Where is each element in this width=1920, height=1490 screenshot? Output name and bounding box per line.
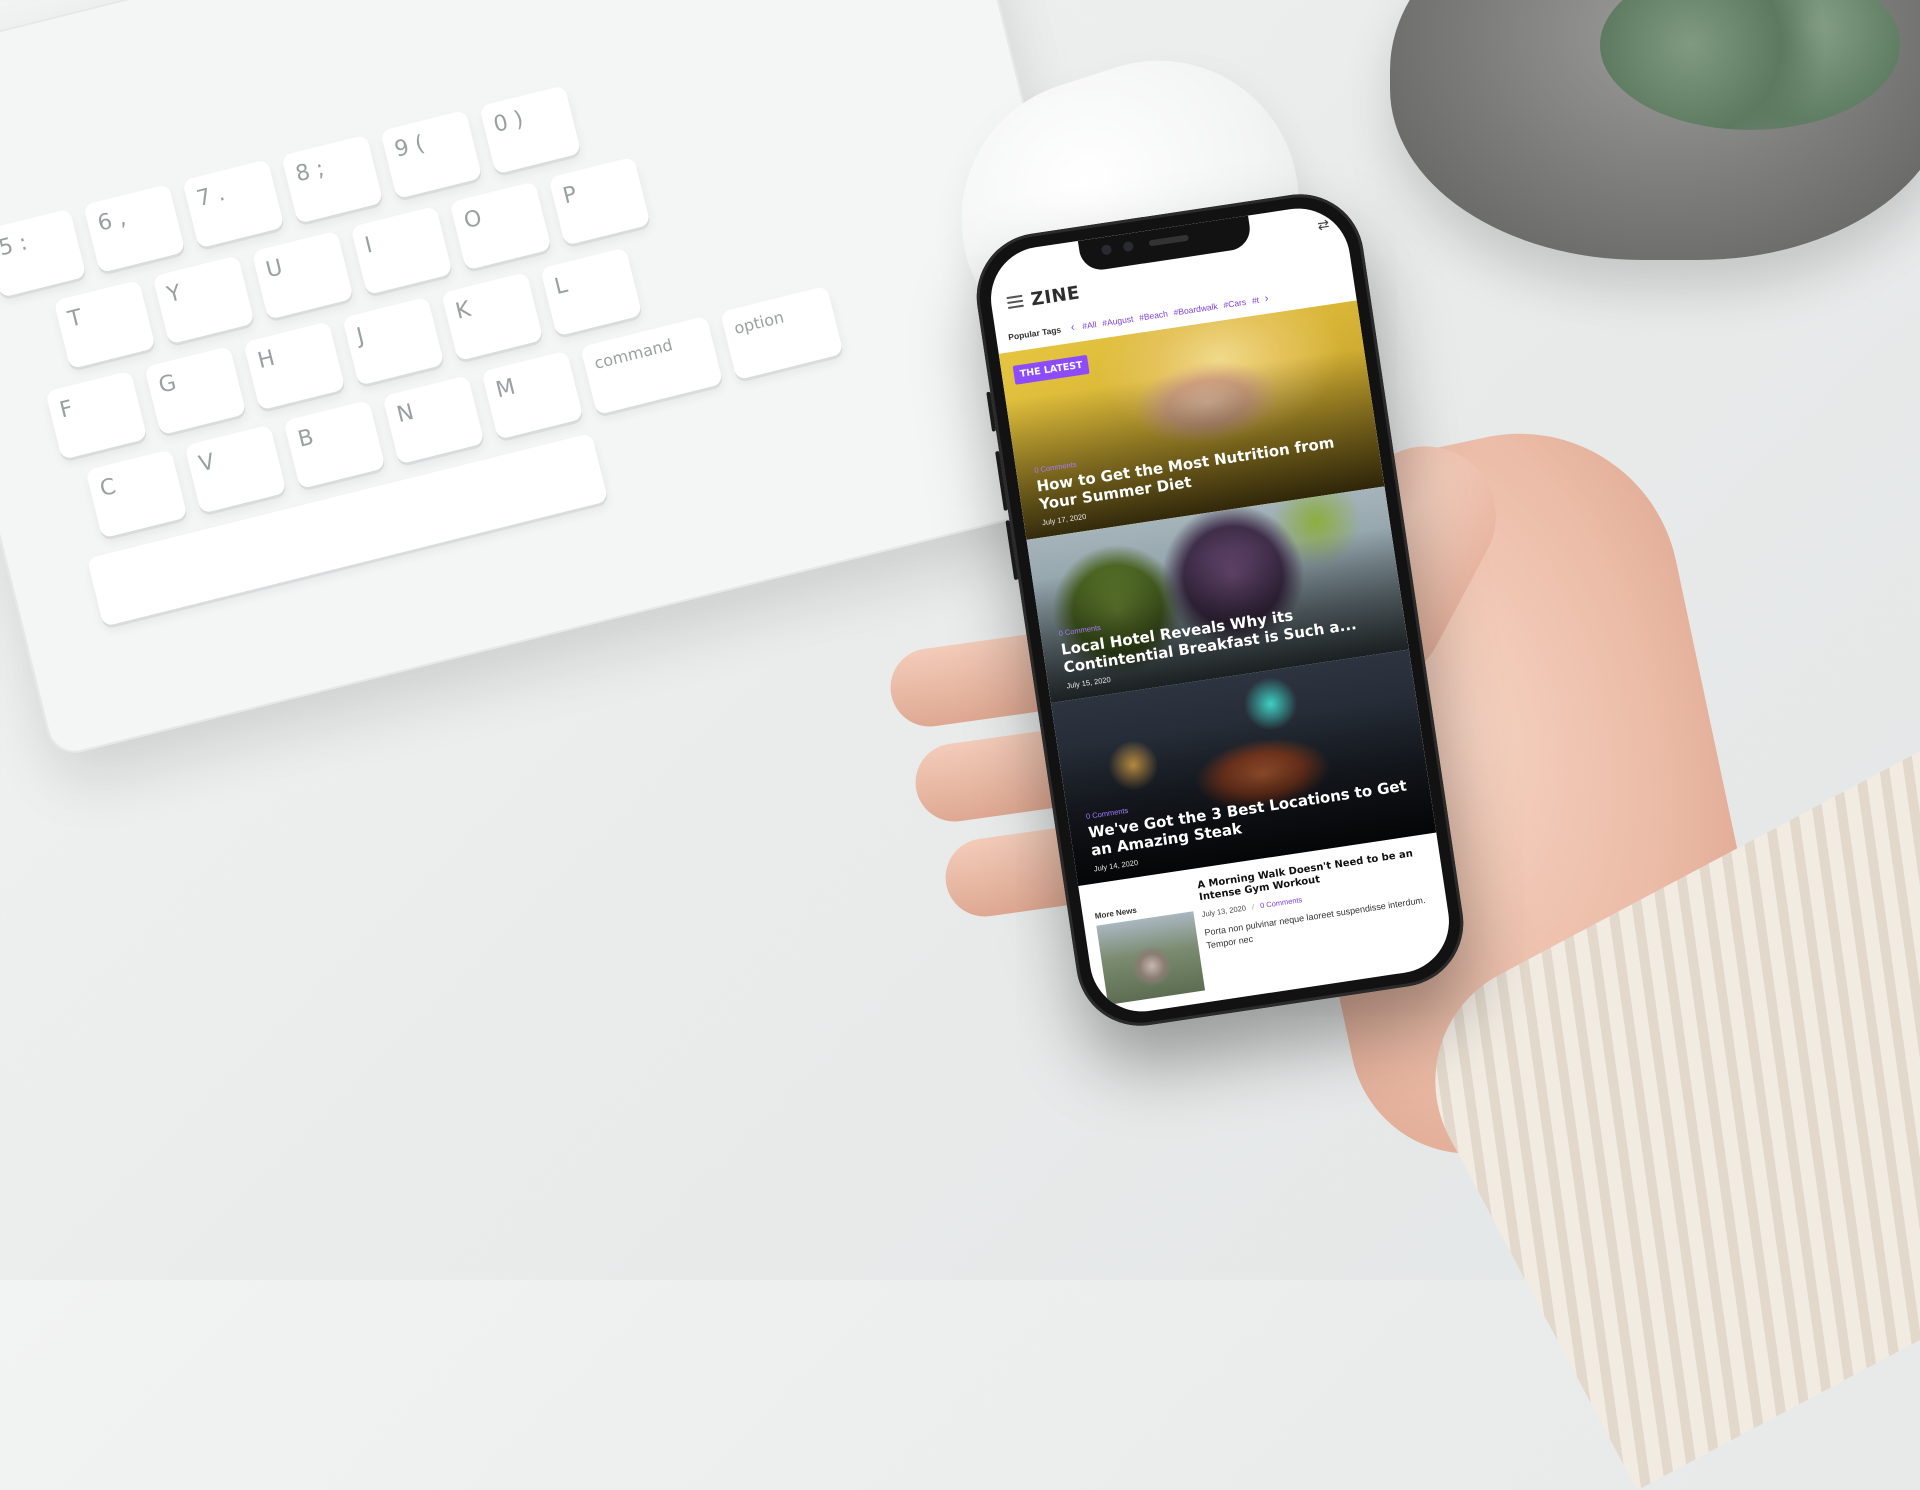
shuffle-icon[interactable]: ⇄ (1316, 216, 1330, 235)
tag-link[interactable]: #Boardwalk (1173, 301, 1218, 317)
more-news-label: More News (1094, 905, 1138, 921)
news-excerpt: Porta non pulvinar neque laoreet suspend… (1203, 894, 1426, 951)
camera-icon (1100, 244, 1113, 256)
tag-link[interactable]: #August (1102, 314, 1134, 329)
news-comments[interactable]: 0 Comments (1259, 895, 1302, 910)
phone-button (995, 450, 1008, 511)
chevron-left-icon[interactable]: ‹ (1070, 321, 1075, 333)
phone-screen: ZINE ⇄ Popular Tags ‹ #All #August #Beac… (983, 201, 1457, 1019)
camera-icon (1122, 240, 1134, 253)
tag-link[interactable]: #Beach (1138, 309, 1168, 323)
news-date: July 13, 2020 (1201, 903, 1247, 919)
speaker (1148, 234, 1190, 247)
tag-link[interactable]: #All (1082, 319, 1098, 331)
smartphone: ZINE ⇄ Popular Tags ‹ #All #August #Beac… (968, 185, 1472, 1035)
meta-separator: / (1251, 902, 1255, 912)
menu-icon[interactable] (1006, 294, 1025, 310)
tag-link[interactable]: #t (1251, 295, 1259, 306)
popular-tags-label: Popular Tags (1007, 324, 1062, 343)
site-logo[interactable]: ZINE (1029, 282, 1081, 310)
chevron-right-icon[interactable]: › (1264, 292, 1269, 304)
phone-button (1005, 520, 1019, 581)
latest-badge: THE LATEST (1012, 354, 1090, 385)
phone-button (986, 391, 997, 432)
news-thumbnail[interactable] (1096, 911, 1206, 1005)
tag-link[interactable]: #Cars (1223, 297, 1247, 310)
